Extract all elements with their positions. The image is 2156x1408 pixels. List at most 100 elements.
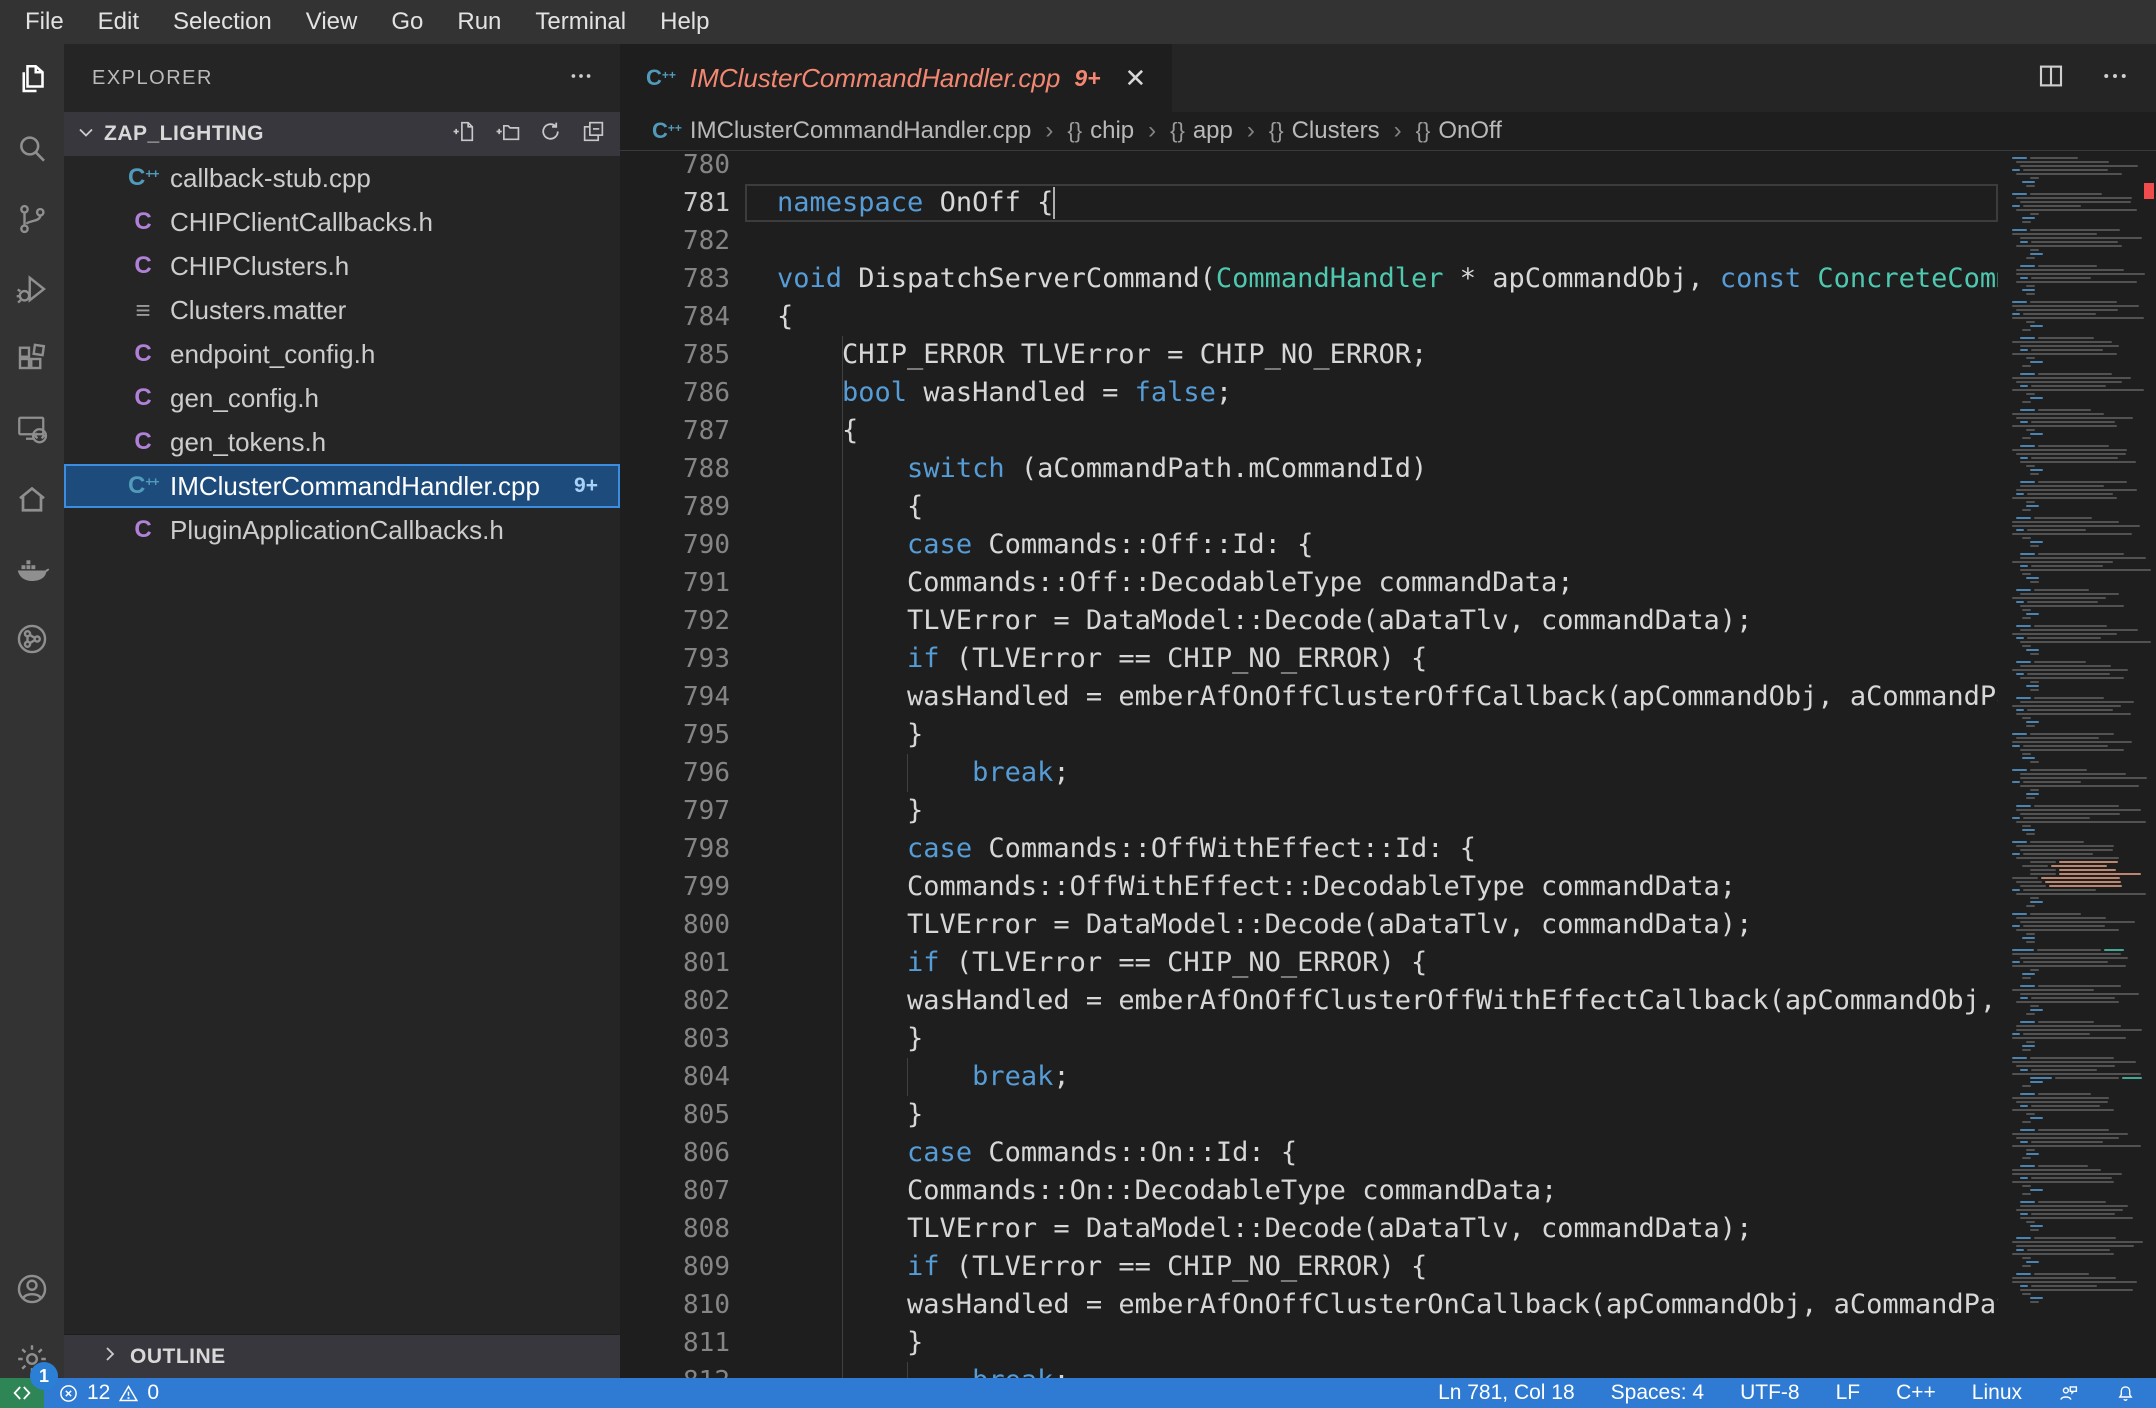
docker-icon[interactable] xyxy=(0,534,64,604)
editor-more-actions-icon[interactable] xyxy=(2100,61,2130,96)
code-line[interactable]: 802 wasHandled = emberAfOnOffClusterOffW… xyxy=(620,982,1998,1020)
close-icon[interactable]: ✕ xyxy=(1125,63,1147,94)
code-line[interactable]: 783 void DispatchServerCommand(CommandHan… xyxy=(620,260,1998,298)
menu-view[interactable]: View xyxy=(289,0,375,44)
file-item[interactable]: C CHIPClusters.h xyxy=(64,244,620,288)
new-file-icon[interactable] xyxy=(452,119,477,149)
feedback-icon[interactable] xyxy=(2058,1383,2079,1404)
code-line[interactable]: 797 } xyxy=(620,792,1998,830)
bell-icon[interactable] xyxy=(2115,1383,2136,1404)
code-line[interactable]: 810 wasHandled = emberAfOnOffClusterOnCa… xyxy=(620,1286,1998,1324)
live-share-icon[interactable] xyxy=(0,604,64,674)
code-line[interactable]: 789 { xyxy=(620,488,1998,526)
code-line[interactable]: 786 bool wasHandled = false; xyxy=(620,374,1998,412)
search-icon[interactable] xyxy=(0,114,64,184)
explorer-icon[interactable] xyxy=(0,44,64,114)
code-line[interactable]: 784 { xyxy=(620,298,1998,336)
breadcrumb-item[interactable]: {} OnOff xyxy=(1416,117,1502,145)
status-eol[interactable]: LF xyxy=(1836,1381,1861,1405)
code-editor[interactable]: 780 781 namespace OnOff {782 783 void Dispat… xyxy=(620,150,2156,1378)
code-line[interactable]: 800 TLVError = DataModel::Decode(aDataTl… xyxy=(620,906,1998,944)
code-line[interactable]: 796 break; xyxy=(620,754,1998,792)
code-line[interactable]: 788 switch (aCommandPath.mCommandId) xyxy=(620,450,1998,488)
run-debug-icon[interactable] xyxy=(0,254,64,324)
code-line[interactable]: 798 case Commands::OffWithEffect::Id: { xyxy=(620,830,1998,868)
code-line[interactable]: 781 namespace OnOff { xyxy=(620,184,1998,222)
account-icon[interactable] xyxy=(0,1254,64,1324)
code-line[interactable]: 811 } xyxy=(620,1324,1998,1362)
minimap-line xyxy=(2016,197,2132,200)
breadcrumb-item[interactable]: C++ IMClusterCommandHandler.cpp xyxy=(652,117,1031,145)
code-line[interactable]: 785 CHIP_ERROR TLVError = CHIP_NO_ERROR; xyxy=(620,336,1998,374)
file-item[interactable]: C++ callback-stub.cpp xyxy=(64,156,620,200)
line-number: 784 xyxy=(683,302,730,332)
code-line[interactable]: 790 case Commands::Off::Id: { xyxy=(620,526,1998,564)
menu-terminal[interactable]: Terminal xyxy=(518,0,643,44)
source-control-icon[interactable] xyxy=(0,184,64,254)
breadcrumb-item[interactable]: {} chip xyxy=(1067,117,1134,145)
code-line[interactable]: 780 xyxy=(620,151,1998,184)
code-line[interactable]: 801 if (TLVError == CHIP_NO_ERROR) { xyxy=(620,944,1998,982)
menu-help[interactable]: Help xyxy=(643,0,726,44)
views-more-actions-icon[interactable] xyxy=(568,63,594,94)
code-line[interactable]: 806 case Commands::On::Id: { xyxy=(620,1134,1998,1172)
code-line[interactable]: 807 Commands::On::DecodableType commandD… xyxy=(620,1172,1998,1210)
code-line[interactable]: 792 TLVError = DataModel::Decode(aDataTl… xyxy=(620,602,1998,640)
minimap-line xyxy=(2020,921,2135,924)
folder-section-header[interactable]: ZAP_LIGHTING xyxy=(64,112,620,156)
tab-imclustercommandhandler[interactable]: C++ IMClusterCommandHandler.cpp 9+ ✕ xyxy=(620,44,1173,112)
status-encoding[interactable]: UTF-8 xyxy=(1740,1381,1800,1405)
menu-selection[interactable]: Selection xyxy=(156,0,289,44)
file-item[interactable]: C CHIPClientCallbacks.h xyxy=(64,200,620,244)
minimap-line xyxy=(2012,205,2081,208)
file-item[interactable]: ≡ Clusters.matter xyxy=(64,288,620,332)
code-line[interactable]: 805 } xyxy=(620,1096,1998,1134)
outline-section-header[interactable]: OUTLINE xyxy=(64,1334,620,1378)
minimap-line xyxy=(2026,577,2039,580)
refresh-icon[interactable] xyxy=(538,119,563,149)
code-line[interactable]: 793 if (TLVError == CHIP_NO_ERROR) { xyxy=(620,640,1998,678)
breadcrumb-item[interactable]: {} Clusters xyxy=(1269,117,1380,145)
scrollbar[interactable] xyxy=(2142,151,2156,1378)
menu-run[interactable]: Run xyxy=(440,0,518,44)
status-cursor-position[interactable]: Ln 781, Col 18 xyxy=(1438,1381,1575,1405)
tab-title: IMClusterCommandHandler.cpp xyxy=(689,62,1061,93)
indent-guide xyxy=(842,792,843,830)
breadcrumb-item[interactable]: {} app xyxy=(1170,117,1233,145)
new-folder-icon[interactable] xyxy=(495,119,520,149)
minimap-line xyxy=(2020,553,2124,556)
minimap-line xyxy=(2016,381,2122,384)
menu-edit[interactable]: Edit xyxy=(81,0,156,44)
file-item[interactable]: Cgen_config.h xyxy=(64,376,620,420)
file-item[interactable]: C PluginApplicationCallbacks.h xyxy=(64,508,620,552)
code-line[interactable]: 799 Commands::OffWithEffect::DecodableTy… xyxy=(620,868,1998,906)
status-language-mode[interactable]: C++ xyxy=(1896,1381,1936,1405)
minimap-line xyxy=(2022,865,2107,868)
status-os[interactable]: Linux xyxy=(1972,1381,2022,1405)
code-line[interactable]: 803 } xyxy=(620,1020,1998,1058)
settings-gear-icon[interactable]: 1 xyxy=(0,1324,64,1394)
code-line[interactable]: 782 xyxy=(620,222,1998,260)
status-indentation[interactable]: Spaces: 4 xyxy=(1611,1381,1704,1405)
code-line[interactable]: 795 } xyxy=(620,716,1998,754)
code-line[interactable]: 787 { xyxy=(620,412,1998,450)
split-editor-icon[interactable] xyxy=(2036,61,2066,96)
code-line[interactable]: 808 TLVError = DataModel::Decode(aDataTl… xyxy=(620,1210,1998,1248)
minimap-line xyxy=(2016,601,2098,604)
remote-explorer-icon[interactable] xyxy=(0,394,64,464)
code-line[interactable]: 809 if (TLVError == CHIP_NO_ERROR) { xyxy=(620,1248,1998,1286)
menu-go[interactable]: Go xyxy=(374,0,440,44)
minimap-line xyxy=(2020,557,2146,560)
code-line[interactable]: 812 break; xyxy=(620,1362,1998,1378)
extensions-icon[interactable] xyxy=(0,324,64,394)
minimap[interactable] xyxy=(1998,151,2151,1378)
code-line[interactable]: 804 break; xyxy=(620,1058,1998,1096)
code-line[interactable]: 794 wasHandled = emberAfOnOffClusterOffC… xyxy=(620,678,1998,716)
home-icon[interactable] xyxy=(0,464,64,534)
code-line[interactable]: 791 Commands::Off::DecodableType command… xyxy=(620,564,1998,602)
menu-file[interactable]: File xyxy=(8,0,81,44)
file-item[interactable]: Cendpoint_config.h xyxy=(64,332,620,376)
file-item[interactable]: C++ IMClusterCommandHandler.cpp 9+ xyxy=(64,464,620,508)
collapse-all-icon[interactable] xyxy=(581,119,606,149)
file-item[interactable]: Cgen_tokens.h xyxy=(64,420,620,464)
